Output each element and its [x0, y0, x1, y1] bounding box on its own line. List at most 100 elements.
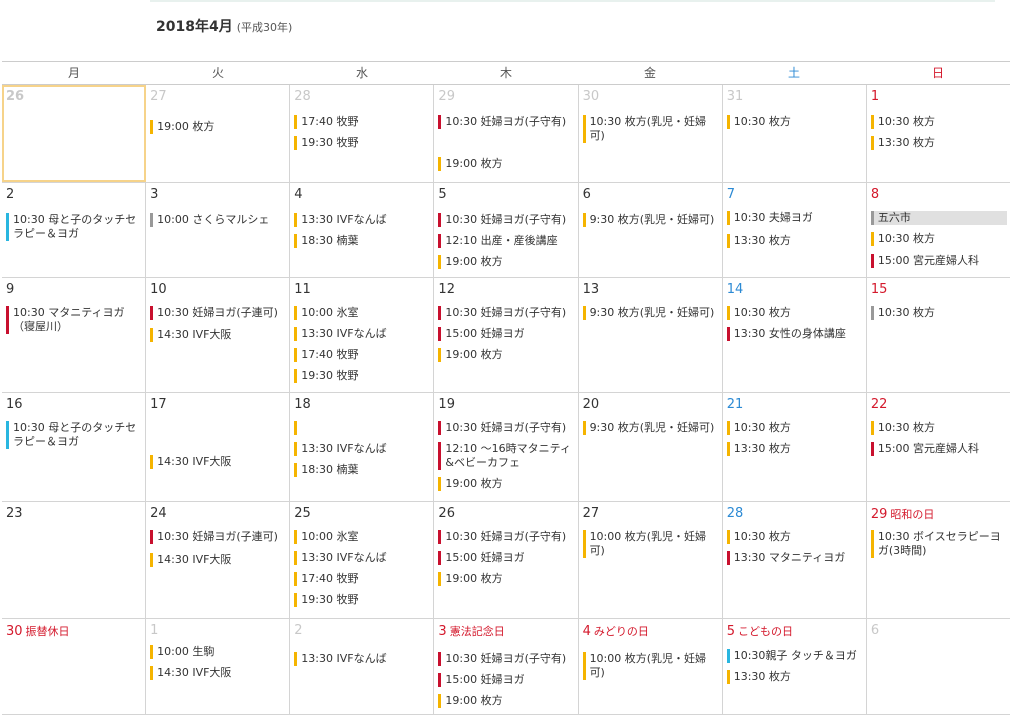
day-cell[interactable]: 27 19:00 枚方: [146, 85, 291, 182]
calendar-event[interactable]: 10:30 枚方: [726, 421, 863, 435]
day-cell[interactable]: 23: [2, 502, 147, 618]
day-cell[interactable]: 10 10:30 妊婦ヨガ(子連可) 14:30 IVF大阪: [146, 278, 291, 392]
calendar-event[interactable]: 10:00 氷室: [294, 306, 430, 320]
day-cell[interactable]: 9 10:30 マタニティヨガ（寝屋川）: [2, 278, 147, 392]
day-cell[interactable]: 15 10:30 枚方: [867, 278, 1010, 392]
day-cell[interactable]: 24 10:30 妊婦ヨガ(子連可) 14:30 IVF大阪: [146, 502, 291, 618]
day-cell[interactable]: 22 10:30 枚方 15:00 宮元産婦人科: [867, 393, 1010, 501]
day-cell[interactable]: 30 10:30 枚方(乳児・妊婦可): [579, 85, 723, 182]
calendar-event[interactable]: 13:30 マタニティヨガ: [726, 551, 863, 565]
calendar-event[interactable]: 19:00 枚方: [438, 255, 574, 269]
day-cell[interactable]: 14 10:30 枚方 13:30 女性の身体講座: [723, 278, 867, 392]
day-cell[interactable]: 19 10:30 妊婦ヨガ(子守有) 12:10 ～16時マタニティ&ベビーカフェ 1…: [434, 393, 579, 501]
day-cell[interactable]: 29 10:30 妊婦ヨガ(子守有) 19:00 枚方: [434, 85, 579, 182]
calendar-event[interactable]: 19:00 枚方: [438, 694, 574, 708]
calendar-event[interactable]: 10:30 妊婦ヨガ(子連可): [150, 306, 286, 320]
calendar-event[interactable]: 19:00 枚方: [438, 348, 574, 362]
calendar-event[interactable]: 18:30 楠葉: [294, 234, 430, 248]
calendar-event[interactable]: 19:00 枚方: [438, 572, 574, 586]
calendar-event[interactable]: 10:30親子 タッチ＆ヨガ: [726, 649, 863, 663]
calendar-event[interactable]: 14:30 IVF大阪: [150, 328, 286, 342]
calendar-event[interactable]: 12:10 出産・産後講座: [438, 234, 574, 248]
calendar-event[interactable]: 17:40 牧野: [294, 348, 430, 362]
calendar-event[interactable]: 10:30 枚方: [870, 232, 1007, 246]
calendar-event[interactable]: 13:30 枚方: [870, 136, 1007, 150]
calendar-event[interactable]: 19:00 枚方: [438, 157, 574, 171]
calendar-event[interactable]: 14:30 IVF大阪: [150, 553, 286, 567]
calendar-event[interactable]: 五六市: [870, 211, 1007, 225]
calendar-event[interactable]: 10:30 妊婦ヨガ(子守有): [438, 213, 574, 227]
calendar-event[interactable]: 19:00 枚方: [150, 120, 286, 134]
calendar-event[interactable]: 10:00 枚方(乳児・妊婦可): [582, 652, 719, 680]
day-cell[interactable]: 25 10:00 氷室 13:30 IVFなんば 17:40 牧野 19:30 牧野: [290, 502, 435, 618]
calendar-event[interactable]: 9:30 枚方(乳児・妊婦可): [582, 213, 719, 227]
day-cell[interactable]: 1 10:30 枚方 13:30 枚方: [867, 85, 1010, 182]
calendar-event[interactable]: 10:30 マタニティヨガ（寝屋川）: [6, 306, 142, 334]
calendar-event[interactable]: 10:00 生駒: [150, 645, 286, 659]
calendar-event[interactable]: [294, 421, 430, 435]
calendar-event[interactable]: 13:30 IVFなんば: [294, 442, 430, 456]
calendar-event[interactable]: 15:00 妊婦ヨガ: [438, 327, 574, 341]
calendar-event[interactable]: 19:30 牧野: [294, 369, 430, 383]
day-cell[interactable]: 4 みどりの日 10:00 枚方(乳児・妊婦可): [579, 619, 723, 714]
day-cell[interactable]: 2 10:30 母と子のタッチセラピー＆ヨガ: [2, 183, 147, 277]
day-cell[interactable]: 1 10:00 生駒 14:30 IVF大阪: [146, 619, 291, 714]
calendar-event[interactable]: 10:30 妊婦ヨガ(子守有): [438, 652, 574, 666]
calendar-event[interactable]: 13:30 女性の身体講座: [726, 327, 863, 341]
calendar-event[interactable]: 13:30 IVFなんば: [294, 652, 430, 666]
day-cell[interactable]: 21 10:30 枚方 13:30 枚方: [723, 393, 867, 501]
calendar-event[interactable]: 10:30 妊婦ヨガ(子連可): [150, 530, 286, 544]
calendar-event[interactable]: 10:30 母と子のタッチセラピー＆ヨガ: [6, 213, 142, 241]
day-cell[interactable]: 28 17:40 牧野 19:30 牧野: [290, 85, 435, 182]
calendar-event[interactable]: 15:00 宮元産婦人科: [870, 254, 1007, 268]
calendar-event[interactable]: 14:30 IVF大阪: [150, 666, 286, 680]
day-cell[interactable]: 16 10:30 母と子のタッチセラピー＆ヨガ: [2, 393, 147, 501]
day-cell[interactable]: 26 10:30 妊婦ヨガ(子守有) 15:00 妊婦ヨガ 19:00 枚方: [434, 502, 579, 618]
calendar-event[interactable]: 19:30 牧野: [294, 136, 430, 150]
calendar-event[interactable]: 10:30 枚方: [870, 306, 1007, 320]
calendar-event[interactable]: 19:00 枚方: [438, 477, 574, 491]
calendar-event[interactable]: 12:10 ～16時マタニティ&ベビーカフェ: [438, 442, 574, 470]
calendar-event[interactable]: 13:30 枚方: [726, 234, 863, 248]
calendar-event[interactable]: 10:30 枚方: [726, 306, 863, 320]
day-cell[interactable]: 4 13:30 IVFなんば 18:30 楠葉: [290, 183, 435, 277]
day-cell[interactable]: 31 10:30 枚方: [723, 85, 867, 182]
day-cell[interactable]: 13 9:30 枚方(乳児・妊婦可): [579, 278, 723, 392]
calendar-event[interactable]: 10:00 枚方(乳児・妊婦可): [582, 530, 719, 558]
calendar-event[interactable]: 10:30 枚方(乳児・妊婦可): [582, 115, 719, 143]
calendar-event[interactable]: 10:30 枚方: [726, 530, 863, 544]
day-cell[interactable]: 29 昭和の日 10:30 ボイスセラピーヨガ(3時間): [867, 502, 1010, 618]
calendar-event[interactable]: 13:30 IVFなんば: [294, 551, 430, 565]
calendar-event[interactable]: 10:00 さくらマルシェ: [150, 213, 286, 227]
calendar-event[interactable]: 14:30 IVF大阪: [150, 455, 286, 469]
day-cell[interactable]: 30 振替休日: [2, 619, 147, 714]
day-cell[interactable]: 11 10:00 氷室 13:30 IVFなんば 17:40 牧野 19:30 牧野: [290, 278, 435, 392]
calendar-event[interactable]: 10:00 氷室: [294, 530, 430, 544]
day-cell[interactable]: 3 憲法記念日 10:30 妊婦ヨガ(子守有) 15:00 妊婦ヨガ 19:00 枚方: [434, 619, 579, 714]
day-cell[interactable]: 6: [867, 619, 1010, 714]
calendar-event[interactable]: 10:30 枚方: [870, 421, 1007, 435]
calendar-event[interactable]: 10:30 妊婦ヨガ(子守有): [438, 530, 574, 544]
day-cell[interactable]: 5 10:30 妊婦ヨガ(子守有) 12:10 出産・産後講座 19:00 枚方: [434, 183, 579, 277]
calendar-event[interactable]: 13:30 枚方: [726, 442, 863, 456]
day-cell[interactable]: 2 13:30 IVFなんば: [290, 619, 435, 714]
calendar-event[interactable]: 9:30 枚方(乳児・妊婦可): [582, 421, 719, 435]
calendar-event[interactable]: 10:30 母と子のタッチセラピー＆ヨガ: [6, 421, 142, 449]
day-cell[interactable]: 12 10:30 妊婦ヨガ(子守有) 15:00 妊婦ヨガ 19:00 枚方: [434, 278, 579, 392]
day-cell[interactable]: 8 五六市 10:30 枚方 15:00 宮元産婦人科: [867, 183, 1010, 277]
calendar-event[interactable]: 15:00 宮元産婦人科: [870, 442, 1007, 456]
day-cell[interactable]: 7 10:30 夫婦ヨガ 13:30 枚方: [723, 183, 867, 277]
calendar-event[interactable]: 13:30 IVFなんば: [294, 327, 430, 341]
day-cell[interactable]: 27 10:00 枚方(乳児・妊婦可): [579, 502, 723, 618]
calendar-event[interactable]: 9:30 枚方(乳児・妊婦可): [582, 306, 719, 320]
calendar-event[interactable]: 10:30 枚方: [870, 115, 1007, 129]
calendar-event[interactable]: 15:00 妊婦ヨガ: [438, 551, 574, 565]
day-cell[interactable]: 3 10:00 さくらマルシェ: [146, 183, 291, 277]
calendar-event[interactable]: 10:30 妊婦ヨガ(子守有): [438, 115, 574, 129]
calendar-event[interactable]: 19:30 牧野: [294, 593, 430, 607]
calendar-event[interactable]: 10:30 枚方: [726, 115, 863, 129]
day-cell[interactable]: 20 9:30 枚方(乳児・妊婦可): [579, 393, 723, 501]
day-cell[interactable]: 28 10:30 枚方 13:30 マタニティヨガ: [723, 502, 867, 618]
day-cell[interactable]: 26: [2, 85, 147, 182]
calendar-event[interactable]: 10:30 夫婦ヨガ: [726, 211, 863, 225]
